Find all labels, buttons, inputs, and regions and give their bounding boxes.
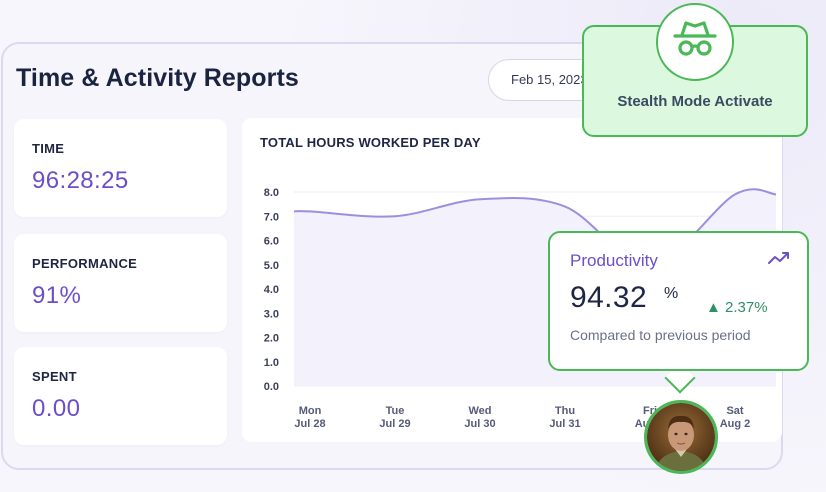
incognito-icon <box>656 3 734 81</box>
y-tick-label: 4.0 <box>264 284 279 296</box>
user-avatar[interactable] <box>644 400 718 474</box>
stat-card-performance: PERFORMANCE 91% <box>14 234 227 332</box>
stat-label: TIME <box>32 141 65 156</box>
stealth-mode-label: Stealth Mode Activate <box>617 93 773 110</box>
trend-up-icon <box>768 250 790 271</box>
x-tick-day: Tue <box>386 405 405 417</box>
x-tick-day: Wed <box>468 405 491 417</box>
x-tick-day: Thu <box>555 405 575 417</box>
productivity-title: Productivity <box>570 251 658 270</box>
x-tick-day: Mon <box>299 405 322 417</box>
x-tick-date: Jul 31 <box>549 418 580 430</box>
avatar-illustration <box>647 403 715 471</box>
stat-value: 0.00 <box>32 395 81 422</box>
stat-card-spent: SPENT 0.00 <box>14 347 227 445</box>
y-tick-label: 8.0 <box>264 187 279 199</box>
stat-card-time: TIME 96:28:25 <box>14 119 227 217</box>
productivity-change: ▲ 2.37% <box>706 299 768 316</box>
y-tick-label: 5.0 <box>264 260 279 272</box>
stat-label: SPENT <box>32 369 77 384</box>
stat-value: 96:28:25 <box>32 167 129 194</box>
x-tick-date: Aug 2 <box>720 418 751 430</box>
productivity-unit: % <box>664 285 679 302</box>
y-tick-label: 3.0 <box>264 308 279 320</box>
x-tick-date: Jul 28 <box>294 418 325 430</box>
y-tick-label: 0.0 <box>264 381 279 393</box>
y-tick-label: 2.0 <box>264 333 279 345</box>
y-tick-label: 6.0 <box>264 236 279 248</box>
stat-value: 91% <box>32 282 82 309</box>
x-tick-day: Sat <box>726 405 743 417</box>
stat-label: PERFORMANCE <box>32 256 138 271</box>
page-title: Time & Activity Reports <box>16 64 299 92</box>
y-tick-label: 1.0 <box>264 357 279 369</box>
x-tick-date: Jul 29 <box>379 418 410 430</box>
x-tick-date: Jul 30 <box>464 418 495 430</box>
productivity-card: Productivity 94.32 % ▲ 2.37% Compared to… <box>548 231 809 371</box>
productivity-value: 94.32 <box>570 281 648 314</box>
date-range-label: Feb 15, 2023 <box>511 72 588 87</box>
y-tick-label: 7.0 <box>264 211 279 223</box>
productivity-note: Compared to previous period <box>570 327 751 343</box>
